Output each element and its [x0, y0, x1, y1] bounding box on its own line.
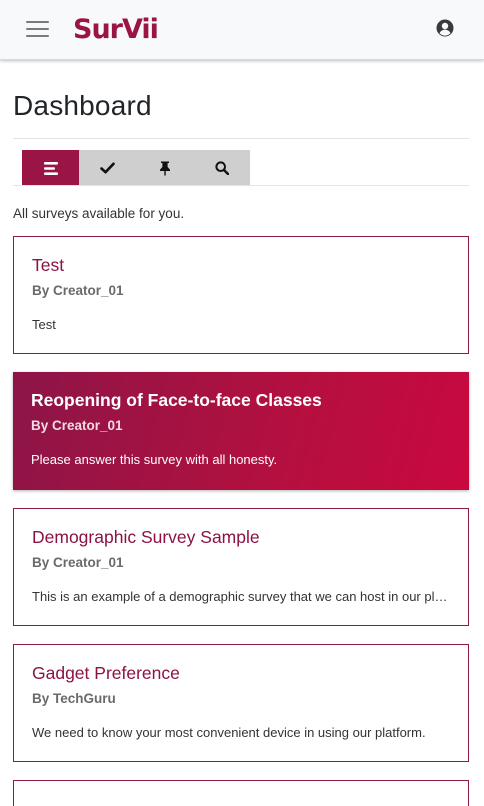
survey-author: By Creator_01 [32, 283, 124, 298]
survey-description: Test [32, 317, 56, 332]
survey-description: This is an example of a demographic surv… [32, 589, 452, 604]
divider [13, 185, 469, 186]
survey-card-featured[interactable]: Reopening of Face-to-face Classes By Cre… [13, 372, 469, 490]
survey-title: Gadget Preference [32, 663, 180, 683]
survey-title: Reopening of Face-to-face Classes [31, 390, 322, 410]
survey-card[interactable]: Demographic Survey Sample By Creator_01 … [13, 508, 469, 626]
survey-description: Please answer this survey with all hones… [31, 452, 278, 467]
check-icon [100, 162, 115, 174]
survey-title: Demographic Survey Sample [32, 527, 260, 547]
user-circle-icon[interactable] [436, 19, 454, 37]
tab-search[interactable] [193, 150, 250, 186]
survey-card-partial[interactable] [13, 780, 469, 806]
tab-all[interactable] [22, 150, 79, 186]
search-icon [214, 161, 229, 175]
brand-logo[interactable]: SurVii [73, 12, 159, 48]
survey-card[interactable]: Gadget Preference By TechGuru We need to… [13, 644, 469, 762]
pin-icon [159, 161, 170, 175]
tab-answered[interactable] [79, 150, 136, 186]
navbar: SurVii [0, 0, 484, 60]
survey-author: By Creator_01 [31, 418, 123, 433]
survey-author: By Creator_01 [32, 555, 124, 570]
divider [13, 138, 469, 139]
page-title: Dashboard [13, 90, 152, 121]
survey-filter-tabs [22, 150, 250, 186]
survey-description: We need to know your most convenient dev… [32, 725, 426, 740]
list-icon [43, 161, 58, 175]
surveys-subtitle: All surveys available for you. [13, 206, 185, 221]
hamburger-icon[interactable] [26, 19, 49, 38]
tab-pinned[interactable] [136, 150, 193, 186]
survey-title: Test [32, 255, 65, 275]
survey-card[interactable]: Test By Creator_01 Test [13, 236, 469, 354]
survey-author: By TechGuru [32, 691, 116, 706]
